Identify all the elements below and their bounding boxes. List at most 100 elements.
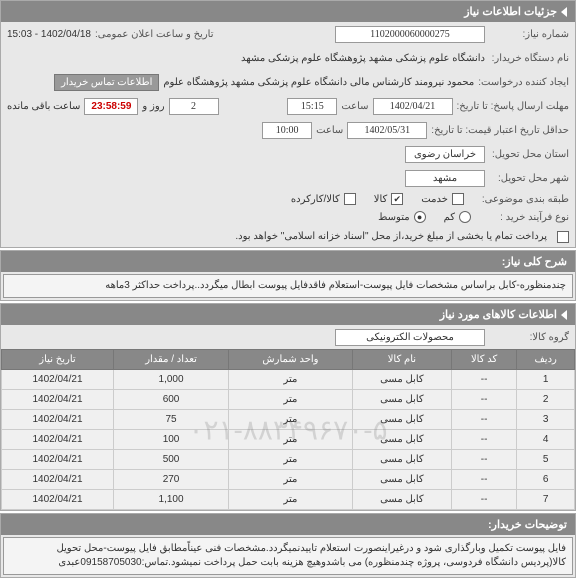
- table-cell: 75: [113, 410, 228, 430]
- need-number-label: شماره نیاز:: [489, 29, 569, 40]
- table-cell: کابل مسی: [352, 490, 451, 510]
- table-row[interactable]: 3--کابل مسیمتر751402/04/21: [2, 410, 575, 430]
- table-cell: --: [451, 470, 516, 490]
- table-cell: کابل مسی: [352, 410, 451, 430]
- checkbox-goods[interactable]: ✔ کالا: [374, 193, 404, 205]
- table-row[interactable]: 2--کابل مسیمتر6001402/04/21: [2, 390, 575, 410]
- table-cell: --: [451, 430, 516, 450]
- chevron-icon: [561, 310, 567, 320]
- table-cell: کابل مسی: [352, 370, 451, 390]
- subject-class-label: طبقه بندی موضوعی:: [482, 194, 569, 205]
- th-item-code: کد کالا: [451, 350, 516, 370]
- table-cell: 7: [517, 490, 575, 510]
- province-value: خراسان رضوی: [405, 146, 485, 163]
- section-header-desc: شرح کلی نیاز:: [1, 251, 575, 272]
- radio-low[interactable]: کم: [444, 211, 471, 223]
- table-cell: 1402/04/21: [2, 370, 114, 390]
- checkbox-icon: ✔: [391, 193, 403, 205]
- checkbox-icon: [557, 231, 569, 243]
- radio-icon: ●: [414, 211, 426, 223]
- valid-until-label: حداقل تاریخ اعتبار قیمت: تا تاریخ:: [431, 125, 569, 136]
- th-item-name: نام کالا: [352, 350, 451, 370]
- table-cell: --: [451, 490, 516, 510]
- table-cell: 500: [113, 450, 228, 470]
- days-and-label: روز و: [142, 101, 164, 112]
- checkbox-icon: [344, 193, 356, 205]
- table-cell: 270: [113, 470, 228, 490]
- section-title-buyer-notes: توضیحات خریدار:: [488, 518, 567, 531]
- table-cell: متر: [229, 370, 353, 390]
- table-cell: کابل مسی: [352, 470, 451, 490]
- table-cell: 3: [517, 410, 575, 430]
- buyer-org-label: نام دستگاه خریدار:: [489, 53, 569, 64]
- th-need-date: تاریخ نیاز: [2, 350, 114, 370]
- table-cell: --: [451, 370, 516, 390]
- table-cell: 5: [517, 450, 575, 470]
- buy-low-label: کم: [444, 212, 455, 223]
- time-label-1: ساعت: [341, 101, 368, 112]
- days-remaining: 2: [169, 98, 219, 115]
- buyer-notes-text: فایل پیوست تکمیل وبارگذاری شود و درغیرای…: [3, 537, 573, 575]
- checkbox-used[interactable]: کالا/کارکرده: [291, 193, 356, 205]
- province-label: استان محل تحویل:: [489, 149, 569, 160]
- radio-mid[interactable]: ● متوسط: [378, 211, 425, 223]
- need-number-value: 1102000060000275: [335, 26, 485, 43]
- buy-mid-label: متوسط: [378, 212, 409, 223]
- table-cell: متر: [229, 470, 353, 490]
- table-cell: متر: [229, 450, 353, 470]
- announce-datetime-value: 1402/04/18 - 15:03: [7, 29, 91, 40]
- table-cell: --: [451, 390, 516, 410]
- table-cell: 1: [517, 370, 575, 390]
- table-cell: --: [451, 450, 516, 470]
- requester-label: ایجاد کننده درخواست:: [478, 77, 569, 88]
- checkbox-service[interactable]: خدمت: [421, 193, 464, 205]
- table-row[interactable]: 4--کابل مسیمتر1001402/04/21: [2, 430, 575, 450]
- table-cell: کابل مسی: [352, 430, 451, 450]
- section-title-need: جزئیات اطلاعات نیاز: [464, 5, 557, 18]
- section-header-items: اطلاعات کالاهای مورد نیاز: [1, 304, 575, 325]
- table-cell: 1402/04/21: [2, 490, 114, 510]
- table-row[interactable]: 1--کابل مسیمتر1,0001402/04/21: [2, 370, 575, 390]
- table-cell: متر: [229, 390, 353, 410]
- goods-group-label: گروه کالا:: [489, 332, 569, 343]
- table-cell: --: [451, 410, 516, 430]
- section-header-need-info: جزئیات اطلاعات نیاز: [1, 1, 575, 22]
- table-cell: متر: [229, 430, 353, 450]
- table-cell: 6: [517, 470, 575, 490]
- table-cell: متر: [229, 410, 353, 430]
- items-table: ردیف کد کالا نام کالا واحد شمارش تعداد /…: [1, 349, 575, 510]
- time-label-2: ساعت: [316, 125, 343, 136]
- section-title-desc: شرح کلی نیاز:: [502, 255, 567, 268]
- requester-value: محمود نیرومند کارشناس مالی دانشگاه علوم …: [163, 77, 474, 88]
- general-description-text: چندمنظوره-کابل براساس مشخصات فایل پیوست-…: [3, 274, 573, 298]
- th-row: ردیف: [517, 350, 575, 370]
- table-row[interactable]: 5--کابل مسیمتر5001402/04/21: [2, 450, 575, 470]
- class-used-label: کالا/کارکرده: [291, 194, 340, 205]
- table-cell: 1402/04/21: [2, 470, 114, 490]
- th-order-unit: واحد شمارش: [229, 350, 353, 370]
- table-cell: 100: [113, 430, 228, 450]
- contact-info-button[interactable]: اطلاعات تماس خریدار: [54, 74, 159, 91]
- table-cell: 1402/04/21: [2, 430, 114, 450]
- table-cell: 1402/04/21: [2, 410, 114, 430]
- checkbox-treasury[interactable]: پرداخت تمام یا بخشی از مبلغ خرید،از محل …: [229, 229, 569, 244]
- table-row[interactable]: 6--کابل مسیمتر2701402/04/21: [2, 470, 575, 490]
- countdown-timer: 23:58:59: [84, 98, 138, 115]
- remaining-label: ساعت باقی مانده: [7, 101, 80, 112]
- section-title-items: اطلاعات کالاهای مورد نیاز: [440, 308, 557, 321]
- table-cell: کابل مسی: [352, 450, 451, 470]
- checkbox-icon: [452, 193, 464, 205]
- city-value: مشهد: [405, 170, 485, 187]
- class-goods-label: کالا: [374, 194, 388, 205]
- table-cell: 1402/04/21: [2, 450, 114, 470]
- table-cell: 1402/04/21: [2, 390, 114, 410]
- table-cell: 1,000: [113, 370, 228, 390]
- chevron-icon: [561, 7, 567, 17]
- buyer-org-value: دانشگاه علوم پزشکی مشهد پژوهشگاه علوم پز…: [241, 53, 485, 64]
- table-row[interactable]: 7--کابل مسیمتر1,1001402/04/21: [2, 490, 575, 510]
- valid-until-date: 1402/05/31: [347, 122, 427, 139]
- goods-group-value: محصولات الکترونیکی: [335, 329, 485, 346]
- city-label: شهر محل تحویل:: [489, 173, 569, 184]
- table-cell: 600: [113, 390, 228, 410]
- announce-datetime-label: تاریخ و ساعت اعلان عمومی:: [95, 29, 214, 40]
